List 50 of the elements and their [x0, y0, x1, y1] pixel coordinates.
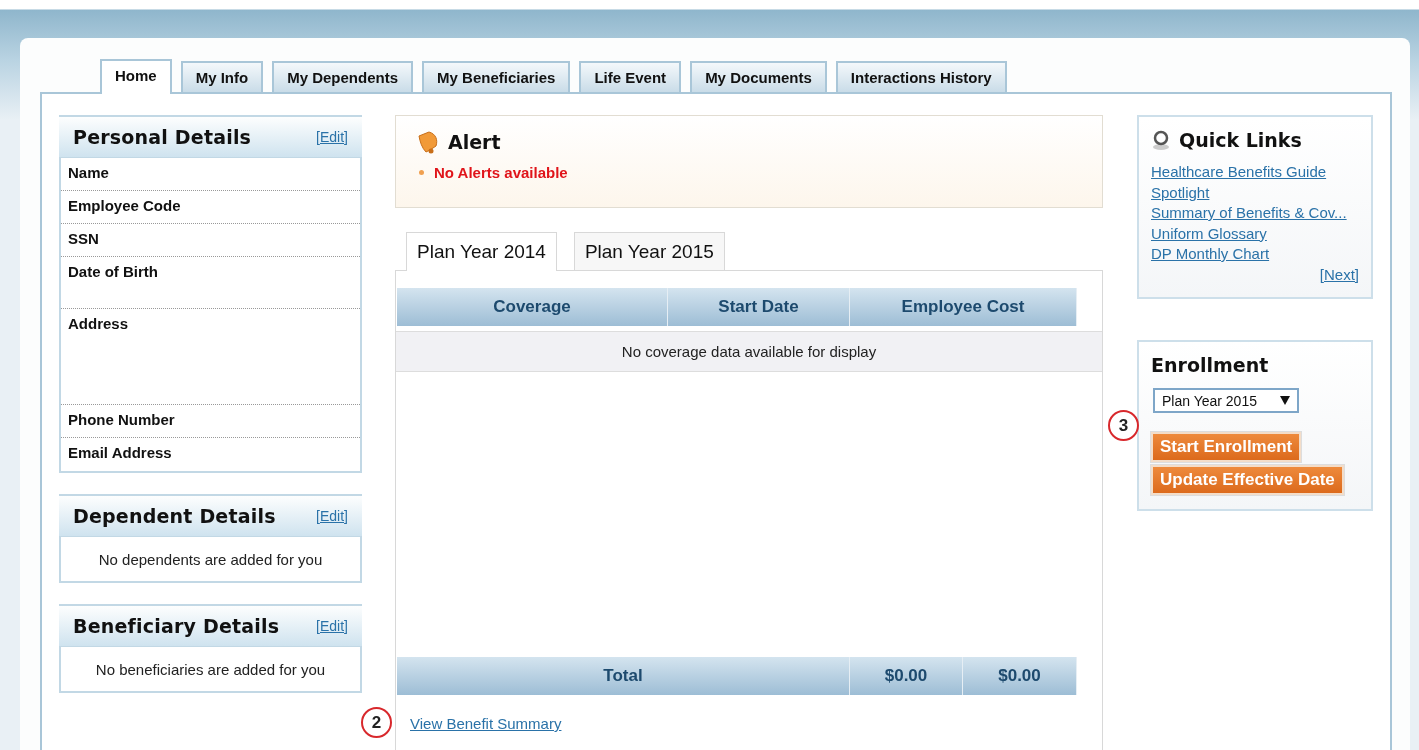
alert-message: No Alerts available — [434, 164, 568, 181]
edit-link[interactable]: [Edit] — [316, 508, 348, 524]
quick-links-title: Quick Links — [1179, 129, 1302, 151]
enrollment-button[interactable]: Start Enrollment — [1151, 432, 1302, 462]
total-cell: $0.00 — [850, 657, 963, 695]
field-label: Phone Number — [61, 405, 360, 438]
field-label: Email Address — [67, 443, 173, 463]
panel-title: Personal Details — [73, 126, 252, 148]
column-header: Employee Cost — [850, 288, 1077, 326]
nav-tab[interactable]: Life Event — [579, 61, 682, 92]
quick-link[interactable]: Healthcare Benefits Guide — [1151, 162, 1327, 183]
bullet-icon — [419, 170, 424, 175]
column-header: Coverage — [397, 288, 668, 326]
field-label: Name — [61, 158, 360, 191]
panel-title: Beneficiary Details — [73, 615, 280, 637]
nav-tab[interactable]: My Dependents — [272, 61, 414, 92]
dropdown-arrow-icon — [1280, 396, 1290, 405]
enrollment-button[interactable]: Update Effective Date — [1151, 465, 1344, 495]
field-label: Date of Birth — [61, 257, 360, 309]
nav-tab[interactable]: My Documents — [690, 61, 827, 92]
edit-link[interactable]: [Edit] — [316, 618, 348, 634]
search-icon — [1151, 129, 1171, 151]
enrollment-title: Enrollment — [1151, 354, 1270, 376]
empty-message: No dependents are added for you — [97, 549, 324, 570]
next-link[interactable]: [Next] — [1319, 264, 1359, 285]
empty-message: No beneficiaries are added for you — [94, 659, 327, 680]
total-cell: $0.00 — [963, 657, 1077, 695]
empty-message: No coverage data available for display — [396, 331, 1102, 372]
nav-tab[interactable]: My Info — [180, 61, 264, 92]
field-label: Employee Code — [61, 191, 360, 224]
nav-tab[interactable]: Home — [100, 59, 172, 94]
alert-title: Alert — [448, 131, 501, 153]
quick-link[interactable]: Uniform Glossary — [1151, 223, 1267, 244]
field-label: SSN — [61, 224, 360, 257]
plan-year-dropdown[interactable]: Plan Year 2015 — [1153, 388, 1299, 413]
column-header: Start Date — [668, 288, 850, 326]
nav-tab[interactable]: Interactions History — [835, 61, 1007, 92]
nav-tab[interactable]: My Beneficiaries — [422, 61, 571, 92]
quick-link[interactable]: DP Monthly Chart — [1151, 244, 1270, 265]
panel-title: Dependent Details — [73, 505, 276, 527]
edit-link[interactable]: [Edit] — [316, 129, 348, 145]
plan-year-tab[interactable]: Plan Year 2014 — [406, 232, 557, 271]
total-cell: Total — [397, 657, 850, 695]
field-label: Address — [61, 309, 360, 405]
plan-year-tab[interactable]: Plan Year 2015 — [573, 232, 725, 270]
benefit-summary-link[interactable]: View Benefit Summary — [410, 715, 562, 732]
callout-number: 2 — [361, 707, 392, 738]
quick-link[interactable]: Summary of Benefits & Cov... — [1151, 203, 1347, 224]
callout-number: 3 — [1108, 410, 1139, 441]
quick-link[interactable]: Spotlight — [1151, 182, 1210, 203]
